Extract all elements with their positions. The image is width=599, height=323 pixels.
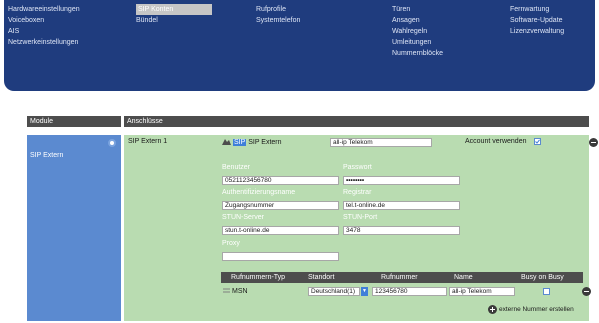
top-navigation: Hardwareeinstellungen Voiceboxen AIS Net… [4,0,595,91]
add-number-link[interactable]: externe Nummer erstellen [499,306,574,313]
nav-item-software-update[interactable]: Software-Update [510,15,564,26]
stun-port-field[interactable]: 3478 [343,226,460,235]
nav-item-lizenzverwaltung[interactable]: Lizenzverwaltung [510,26,564,37]
auth-field[interactable]: Zugangsnummer [222,201,339,210]
nav-item-netzwerkeinstellungen[interactable]: Netzwerkeinstellungen [8,37,80,48]
nav-column-1: Hardwareeinstellungen Voiceboxen AIS Net… [8,0,80,48]
nav-item-umleitungen[interactable]: Umleitungen [392,37,443,48]
delete-account-icon[interactable] [589,138,598,147]
table-row: MSN Deutschland(1) ▼ 123456780 all-ip Te… [221,285,583,299]
nav-item-buendel[interactable]: Bündel [136,15,212,26]
nav-item-nummernbloecke[interactable]: Nummernblöcke [392,48,443,59]
nav-item-ais[interactable]: AIS [8,26,80,37]
proxy-field[interactable] [222,252,339,261]
checkmark-icon [535,139,540,144]
add-icon[interactable] [488,305,497,314]
stun-port-label: STUN-Port [343,214,378,221]
module-name[interactable]: SIP Extern [30,152,63,159]
column-standort: Standort [308,274,335,281]
anschluesse-header: Anschlüsse [124,116,589,127]
row-type: MSN [232,288,248,295]
passwort-field[interactable]: •••••••• [343,176,460,185]
auth-label: Authentifizierungsname [222,189,296,196]
chevron-down-icon[interactable]: ▼ [361,287,368,296]
proxy-label: Proxy [222,240,240,247]
benutzer-label: Benutzer [222,164,251,171]
nav-column-2: SIP Konten Bündel [136,0,212,26]
module-header: Module [27,116,121,127]
account-panel: SIP Extern 1 SIP SIP Extern all-ip Telek… [124,135,589,321]
nav-item-sip-konten[interactable]: SIP Konten [136,4,212,15]
module-select-radio[interactable] [108,139,116,147]
use-account-checkbox[interactable] [534,138,541,145]
standort-select[interactable]: Deutschland(1) [308,287,360,296]
sip-badge: SIP [232,139,247,146]
column-rufnummern-typ: Rufnummern-Typ [231,274,286,281]
account-type-label: SIP Extern [248,139,282,146]
benutzer-field[interactable]: 0521123456780 [222,176,339,185]
drag-handle-icon[interactable] [223,288,230,295]
column-rufnummer: Rufnummer [381,274,418,281]
rufnummer-field[interactable]: 123456780 [372,287,447,296]
nav-item-voiceboxen[interactable]: Voiceboxen [8,15,80,26]
use-account-label: Account verwenden [465,138,527,145]
module-column: SIP Extern [27,135,121,321]
nav-item-wahlregeln[interactable]: Wahlregeln [392,26,443,37]
column-busy-on-busy: Busy on Busy [521,274,564,281]
column-name: Name [454,274,473,281]
nav-item-ansagen[interactable]: Ansagen [392,15,443,26]
stun-server-label: STUN-Server [222,214,265,221]
stun-server-field[interactable]: stun.t-online.de [222,226,339,235]
busy-on-busy-checkbox[interactable] [543,288,550,295]
nav-column-3: Rufprofile Systemtelefon [256,0,300,26]
account-title: SIP Extern 1 [128,138,168,145]
nav-column-5: Fernwartung Software-Update Lizenzverwal… [510,0,564,37]
nav-item-rufprofile[interactable]: Rufprofile [256,4,300,15]
registrar-field[interactable]: tel.t-online.de [343,201,460,210]
nav-item-hardwareeinstellungen[interactable]: Hardwareeinstellungen [8,4,80,15]
account-type: SIP SIP Extern [222,138,282,146]
nav-item-fernwartung[interactable]: Fernwartung [510,4,564,15]
delete-number-icon[interactable] [582,287,591,296]
edit-icon[interactable] [222,138,231,145]
nav-column-4: Türen Ansagen Wahlregeln Umleitungen Num… [392,0,443,59]
numbers-table-header: Rufnummern-Typ Standort Rufnummer Name B… [221,272,583,283]
nav-item-tueren[interactable]: Türen [392,4,443,15]
name-field[interactable]: all-ip Telekom [449,287,515,296]
provider-field[interactable]: all-ip Telekom [330,138,432,147]
registrar-label: Registrar [343,189,372,196]
nav-item-systemtelefon[interactable]: Systemtelefon [256,15,300,26]
passwort-label: Passwort [343,164,372,171]
